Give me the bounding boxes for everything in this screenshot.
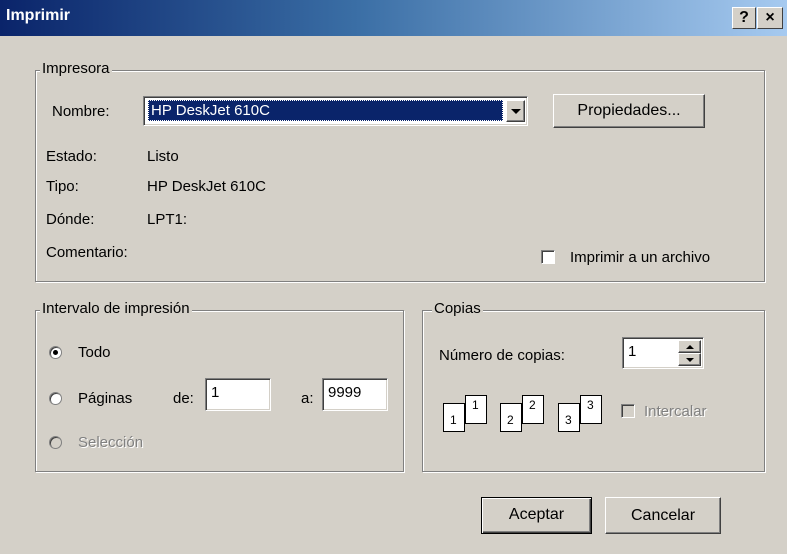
comment-label: Comentario: <box>46 244 128 261</box>
collate-label: Intercalar <box>644 403 707 420</box>
from-input[interactable]: 1 <box>205 378 271 411</box>
to-input[interactable]: 9999 <box>322 378 388 411</box>
close-button[interactable]: × <box>757 7 783 29</box>
print-to-file-checkbox[interactable] <box>541 250 555 264</box>
type-value: HP DeskJet 610C <box>147 178 266 195</box>
all-label[interactable]: Todo <box>78 344 111 361</box>
ok-button[interactable]: Aceptar <box>481 497 592 534</box>
collate-page-back-3: 3 <box>580 395 602 424</box>
copies-count-value: 1 <box>628 343 637 360</box>
copies-count-label: Número de copias: <box>439 347 565 364</box>
collate-checkbox[interactable] <box>621 404 635 418</box>
collate-page-front-2: 2 <box>500 403 522 432</box>
from-value: 1 <box>211 384 220 401</box>
collate-page-front-1: 1 <box>443 403 465 432</box>
print-to-file-label[interactable]: Imprimir a un archivo <box>570 249 710 266</box>
from-label: de: <box>173 390 194 407</box>
selection-label: Selección <box>78 434 144 451</box>
cancel-button[interactable]: Cancelar <box>605 497 721 534</box>
spin-up-button[interactable] <box>678 340 701 353</box>
status-value: Listo <box>147 148 179 165</box>
radio-pages[interactable] <box>49 392 62 405</box>
pages-label[interactable]: Páginas <box>78 390 132 407</box>
copies-group-label: Copias <box>432 300 483 317</box>
type-label: Tipo: <box>46 178 79 195</box>
arrow-up-icon <box>686 345 694 349</box>
radio-all[interactable] <box>49 346 62 359</box>
status-label: Estado: <box>46 148 97 165</box>
collate-page-front-3: 3 <box>558 403 580 432</box>
printer-name-value: HP DeskJet 610C <box>151 102 270 119</box>
copies-spinner[interactable]: 1 <box>622 337 704 369</box>
collate-page-back-1: 1 <box>465 395 487 424</box>
spin-down-button[interactable] <box>678 353 701 366</box>
arrow-down-icon <box>686 358 694 362</box>
printer-name-label: Nombre: <box>52 103 110 120</box>
dropdown-button[interactable] <box>506 100 525 122</box>
collate-page-back-2: 2 <box>522 395 544 424</box>
radio-selection[interactable] <box>49 436 62 449</box>
help-button[interactable]: ? <box>732 7 756 29</box>
printer-name-select[interactable]: HP DeskJet 610C <box>143 96 528 126</box>
window-title: Imprimir <box>6 7 71 24</box>
copies-group <box>422 310 765 472</box>
to-label: a: <box>301 390 314 407</box>
properties-button[interactable]: Propiedades... <box>553 94 705 128</box>
where-label: Dónde: <box>46 211 95 228</box>
print-range-label: Intervalo de impresión <box>40 300 192 317</box>
to-value: 9999 <box>328 384 362 401</box>
collate-illustration: 1 1 2 2 3 3 <box>443 395 613 435</box>
title-bar[interactable]: Imprimir ? × <box>0 0 787 36</box>
chevron-down-icon <box>511 109 521 114</box>
where-value: LPT1: <box>147 211 188 228</box>
printer-group-label: Impresora <box>40 60 112 77</box>
